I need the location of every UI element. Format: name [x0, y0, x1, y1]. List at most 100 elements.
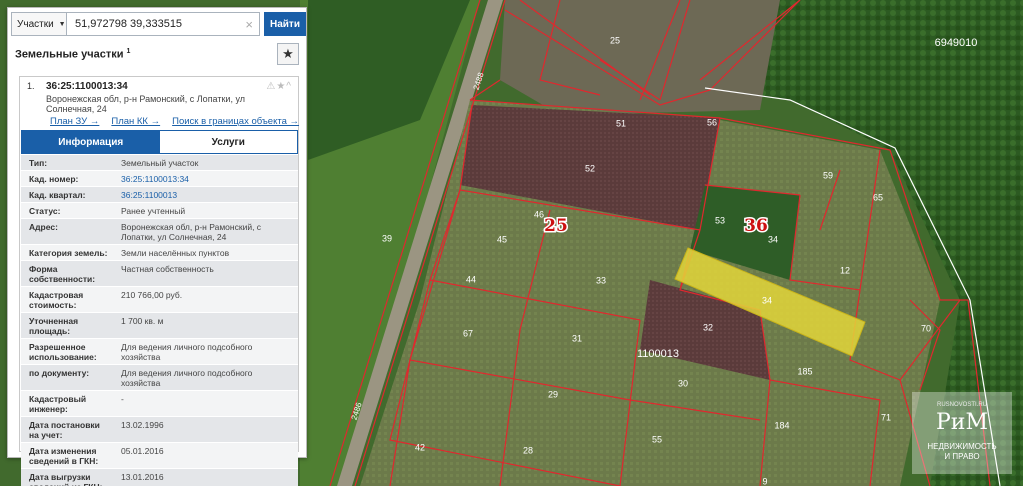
parcel-label: 185 — [797, 366, 812, 376]
cadastral-quarter-link[interactable]: 36:25:1100013 — [111, 187, 298, 202]
row-key: Статус: — [29, 206, 61, 216]
row-value: - — [121, 394, 124, 404]
card-links: План ЗУ → План КК → Поиск в границах объ… — [50, 116, 299, 127]
quarter-number-label: 1100013 — [637, 348, 679, 360]
parcel-label: 53 — [715, 215, 725, 225]
search-type-select[interactable]: Участки ▼ — [11, 12, 67, 36]
search-field: × — [67, 12, 260, 36]
row-key: Дата изменения сведений в ГКН: — [29, 446, 99, 466]
table-row: Кад. номер: 36:25:1100013:34 — [21, 171, 298, 187]
find-button[interactable]: Найти — [264, 12, 306, 36]
plan-kk-link[interactable]: План КК → — [111, 116, 160, 127]
logo-tagline-1: НЕДВИЖИМОСТЬ — [927, 442, 997, 451]
table-row: Кадастровый инженер: - — [21, 391, 298, 417]
row-value: Ранее учтенный — [121, 206, 186, 216]
parcel-label: 65 — [873, 192, 883, 202]
row-key: Разрешенное использование: — [29, 342, 97, 362]
parcel-label: 30 — [678, 378, 688, 388]
section-title-text: Земельные участки — [15, 48, 124, 61]
row-value: 13.01.2016 — [121, 472, 164, 482]
table-row: Дата изменения сведений в ГКН: 05.01.2016 — [21, 443, 298, 469]
row-key: Категория земель: — [29, 248, 108, 258]
row-value: 05.01.2016 — [121, 446, 164, 456]
parcel-label: 184 — [774, 420, 789, 430]
card-title[interactable]: 36:25:1100013:34 — [46, 81, 128, 92]
big-region-label: 25 — [544, 216, 568, 236]
star-icon: ★ — [282, 46, 294, 61]
row-value: 13.02.1996 — [121, 420, 164, 430]
map-settlement — [500, 0, 780, 115]
section-title: Земельные участки 1 — [15, 48, 130, 61]
parcel-label: 56 — [707, 117, 717, 127]
card-tools-icons[interactable]: ⚠★^ — [266, 81, 292, 92]
table-row: Адрес: Воронежская обл, р-н Рамонский, с … — [21, 219, 298, 245]
table-row: Дата постановки на учет: 13.02.1996 — [21, 417, 298, 443]
row-key: Кадастровая стоимость: — [29, 290, 84, 310]
parcel-label: 12 — [840, 265, 850, 275]
row-value: Воронежская обл, р-н Рамонский, с Лопатк… — [121, 222, 262, 242]
watermark-logo: RUSNOVOSTI.RU РиМ НЕДВИЖИМОСТЬ И ПРАВО — [912, 392, 1012, 474]
chevron-down-icon: ▼ — [58, 20, 66, 28]
row-value: Земли населённых пунктов — [121, 248, 230, 258]
table-row: Форма собственности: Частная собственност… — [21, 261, 298, 287]
parcel-label: 45 — [497, 234, 507, 244]
table-row: Дата выгрузки сведений из ГКН: 13.01.2016 — [21, 469, 298, 486]
table-row: Уточненная площадь: 1 700 кв. м — [21, 313, 298, 339]
parcel-label: 39 — [382, 233, 392, 243]
parcel-label: 52 — [585, 163, 595, 173]
table-row: Тип: Земельный участок — [21, 155, 298, 171]
row-value: 1 700 кв. м — [121, 316, 164, 326]
search-input[interactable] — [67, 13, 259, 35]
clear-icon[interactable]: × — [245, 17, 253, 32]
card-tabs: Информация Услуги — [21, 130, 298, 154]
search-bounds-link[interactable]: Поиск в границах объекта → — [172, 116, 299, 127]
tab-services[interactable]: Услуги — [159, 131, 297, 153]
parcel-label: 33 — [596, 275, 606, 285]
row-key: Дата выгрузки сведений из ГКН: — [29, 472, 102, 486]
search-type-label: Участки — [17, 18, 54, 30]
plan-zu-link[interactable]: План ЗУ → — [50, 116, 99, 127]
logo-tagline: НЕДВИЖИМОСТЬ И ПРАВО — [912, 442, 1012, 462]
card-index: 1. — [27, 81, 35, 91]
parcel-label: 42 — [415, 442, 425, 452]
favorite-button[interactable]: ★ — [277, 43, 299, 65]
row-key: Уточненная площадь: — [29, 316, 79, 336]
selected-parcel-label: 34 — [762, 295, 772, 305]
row-key: Кад. номер: — [29, 174, 79, 184]
row-value: Частная собственность — [121, 264, 214, 274]
search-bar: Участки ▼ × Найти — [11, 12, 306, 36]
table-row: Статус: Ранее учтенный — [21, 203, 298, 219]
table-row: Категория земель: Земли населённых пункто… — [21, 245, 298, 261]
row-key: Кадастровый инженер: — [29, 394, 87, 414]
info-panel: Участки ▼ × Найти Земельные участки 1 ★ … — [7, 7, 307, 486]
parcel-label: 34 — [768, 234, 778, 244]
parcel-label: 9 — [762, 476, 767, 486]
row-key: Дата постановки на учет: — [29, 420, 100, 440]
row-value: Для ведения личного подсобного хозяйства — [121, 342, 253, 362]
section-count: 1 — [126, 48, 131, 55]
parcel-label: 59 — [823, 170, 833, 180]
row-value: 210 766,00 руб. — [121, 290, 183, 300]
cadastral-number-link[interactable]: 36:25:1100013:34 — [111, 171, 298, 186]
row-value: Для ведения личного подсобного хозяйства — [121, 368, 253, 388]
parcel-card: 1. 36:25:1100013:34 Воронежская обл, р-н… — [19, 76, 299, 486]
big-quarter-label: 36 — [744, 216, 768, 236]
logo-site: RUSNOVOSTI.RU — [936, 402, 987, 408]
logo-tagline-2: И ПРАВО — [944, 452, 980, 461]
parcel-label: 46 — [534, 209, 544, 219]
quarter-label: 6949010 — [935, 37, 978, 49]
tab-info[interactable]: Информация — [22, 131, 160, 153]
card-address: Воронежская обл, р-н Рамонский, с Лопатк… — [46, 94, 246, 114]
parcel-label: 28 — [523, 445, 533, 455]
parcel-label: 55 — [652, 434, 662, 444]
parcel-label: 70 — [921, 323, 931, 333]
parcel-label: 32 — [703, 322, 713, 332]
row-key: Кад. квартал: — [29, 190, 86, 200]
parcel-label: 31 — [572, 333, 582, 343]
parcel-label: 25 — [610, 35, 620, 45]
row-key: Тип: — [29, 158, 48, 168]
parcel-label: 29 — [548, 389, 558, 399]
parcel-label: 67 — [463, 328, 473, 338]
parcel-label: 71 — [881, 412, 891, 422]
table-row: Кад. квартал: 36:25:1100013 — [21, 187, 298, 203]
